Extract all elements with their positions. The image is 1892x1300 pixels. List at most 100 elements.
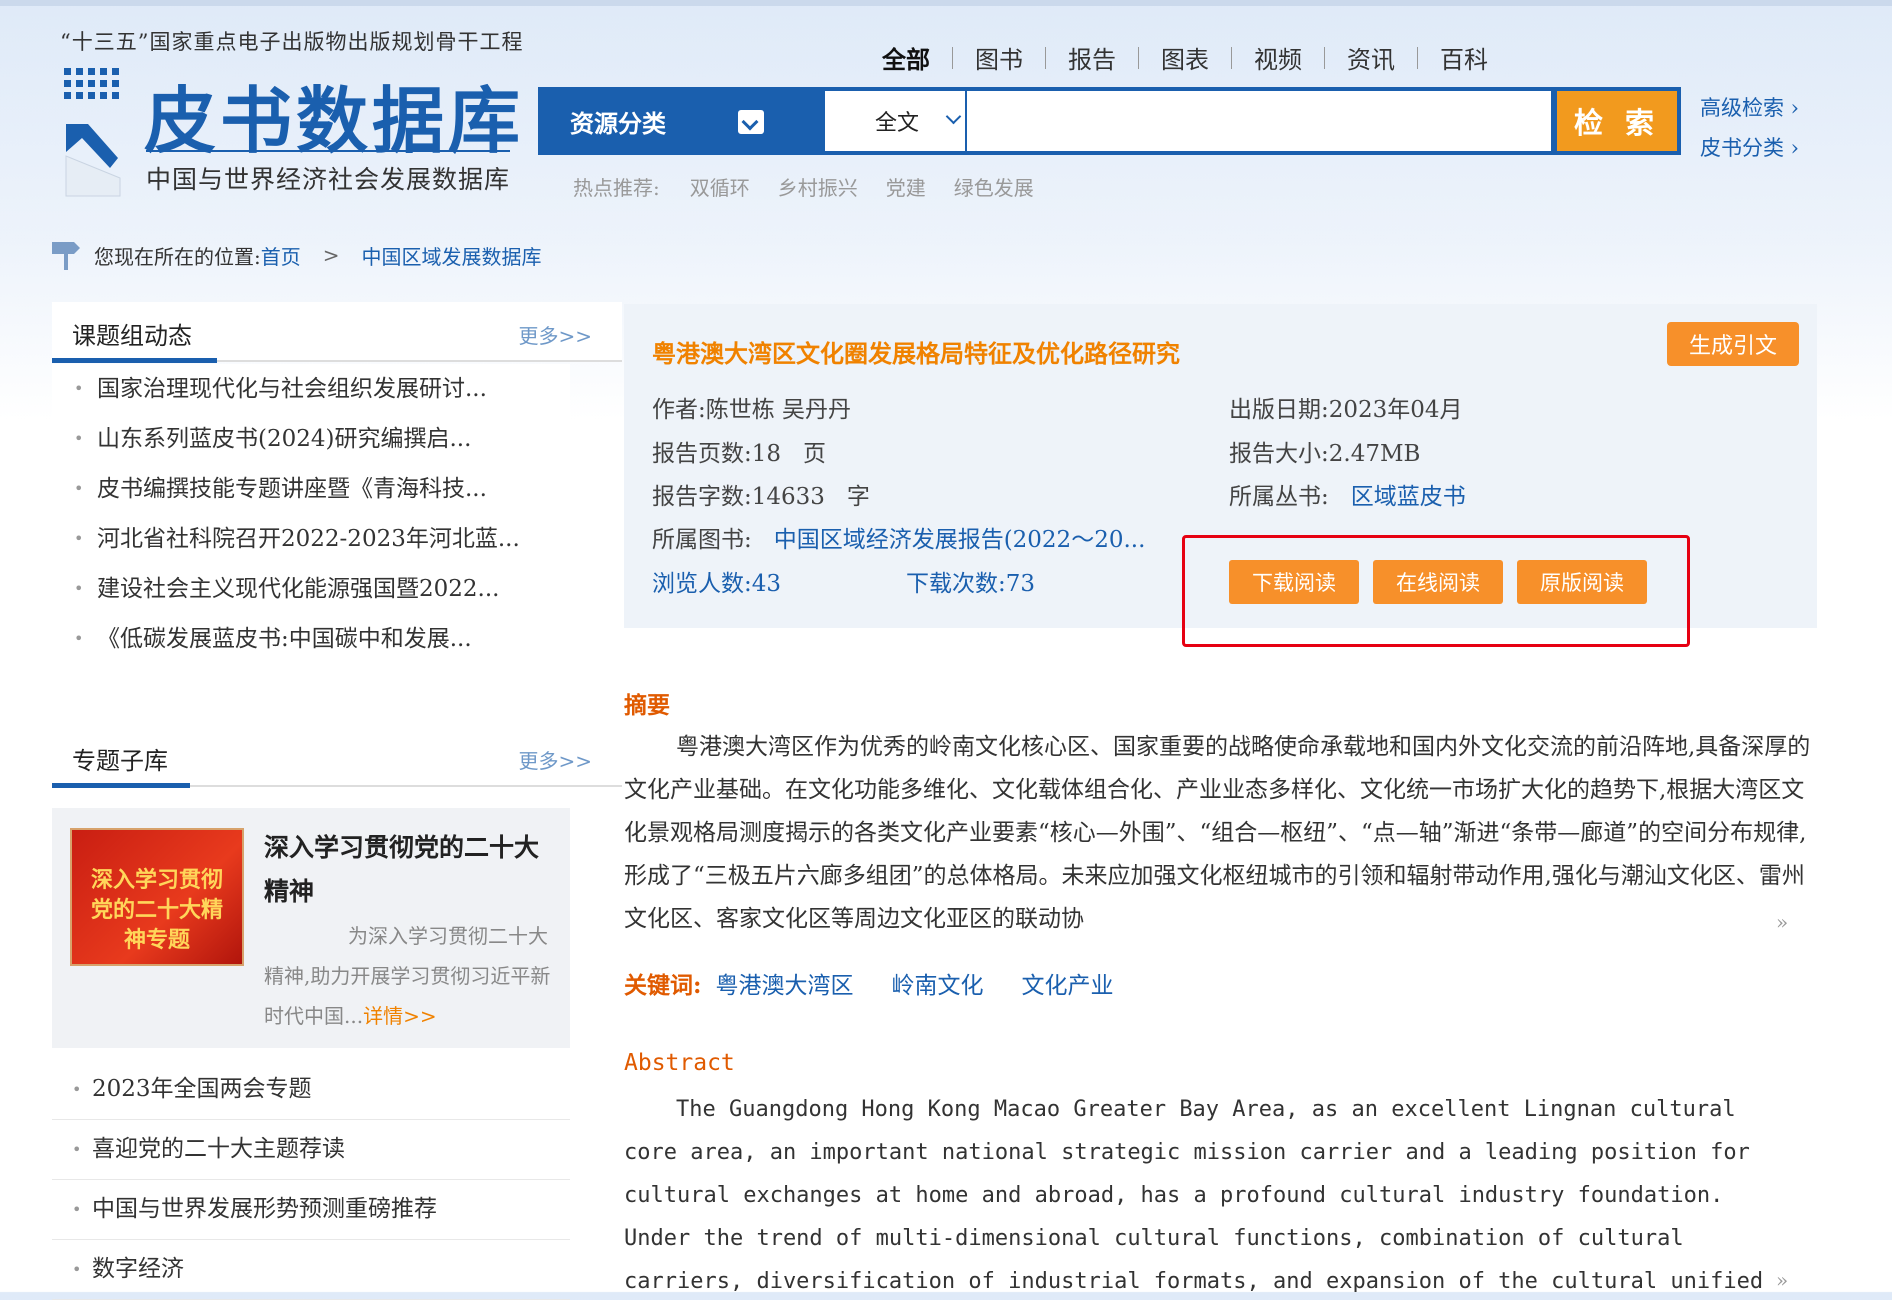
- resource-tabs: 全部 图书 报告 图表 视频 资讯 百科: [860, 40, 1510, 75]
- chevron-down-icon: [945, 108, 962, 125]
- category-browse-link[interactable]: 皮书分类 ›: [1700, 128, 1799, 168]
- list-item[interactable]: 建设社会主义现代化能源强国暨2022...: [52, 564, 570, 614]
- search-field-value: 全文: [875, 111, 920, 136]
- resource-category-label: 资源分类: [570, 108, 666, 138]
- pages-label: 报告页数:: [652, 441, 752, 467]
- words-label: 报告字数:: [652, 484, 752, 510]
- search-input[interactable]: [967, 91, 1551, 151]
- slogan: “十三五”国家重点电子出版物出版规划骨干工程: [60, 30, 524, 54]
- list-item[interactable]: 河北省社科院召开2022-2023年河北蓝...: [52, 514, 570, 564]
- keyword-link[interactable]: 岭南文化: [892, 966, 984, 1000]
- featured-topic-detail-link[interactable]: 详情>>: [363, 1004, 437, 1028]
- author-value: 陈世栋 吴丹丹: [705, 397, 852, 423]
- featured-topic-image-text: 深入学习贯彻党的二十大精神专题: [90, 868, 223, 953]
- tab-charts[interactable]: 图表: [1139, 40, 1231, 75]
- topic-db-header: 专题子库 更多>>: [52, 727, 622, 788]
- breadcrumb-separator: >: [322, 243, 340, 267]
- views-row: 浏览人数:43: [652, 564, 781, 598]
- signpost-icon: [52, 242, 80, 270]
- advanced-search-link[interactable]: 高级检索 ›: [1700, 88, 1799, 128]
- pages-unit: 页: [802, 441, 826, 467]
- series-link[interactable]: 区域蓝皮书: [1351, 484, 1466, 510]
- list-item[interactable]: 2023年全国两会专题: [52, 1060, 570, 1120]
- resource-category-dropdown[interactable]: 资源分类: [538, 87, 823, 155]
- search-bar: 资源分类 全文 检 索: [538, 87, 1681, 155]
- search-button[interactable]: 检 索: [1557, 91, 1677, 151]
- size-row: 报告大小:2.47MB: [1229, 434, 1420, 468]
- hot-label: 热点推荐:: [573, 176, 660, 200]
- list-item[interactable]: 皮书编撰技能专题讲座暨《青海科技...: [52, 464, 570, 514]
- book-row: 所属图书: 中国区域经济发展报告(2022～20...: [652, 520, 1145, 554]
- list-item[interactable]: 山东系列蓝皮书(2024)研究编撰启...: [52, 414, 570, 464]
- group-news-list: 国家治理现代化与社会组织发展研讨... 山东系列蓝皮书(2024)研究编撰启..…: [52, 364, 570, 664]
- size-label: 报告大小:: [1229, 441, 1329, 467]
- pages-row: 报告页数:18 页: [652, 434, 826, 468]
- downloads-value: 73: [1005, 571, 1036, 597]
- hot-keywords: 热点推荐: 双循环 乡村振兴 党建 绿色发展: [573, 172, 1062, 201]
- hot-keyword[interactable]: 绿色发展: [954, 172, 1034, 201]
- logo-divider: [146, 150, 510, 152]
- breadcrumb-current-link[interactable]: 中国区域发展数据库: [362, 241, 542, 270]
- topic-db-list: 2023年全国两会专题 喜迎党的二十大主题荐读 中国与世界发展形势预测重磅推荐 …: [52, 1060, 570, 1300]
- featured-topic-title[interactable]: 深入学习贯彻党的二十大精神: [264, 826, 554, 914]
- author-row: 作者:陈世栋 吴丹丹: [652, 390, 851, 424]
- list-item[interactable]: 喜迎党的二十大主题荐读: [52, 1120, 570, 1180]
- words-unit: 字: [846, 484, 870, 510]
- expand-abstract-en-button[interactable]: »: [1776, 1268, 1788, 1292]
- keywords-label: 关键词:: [624, 972, 702, 999]
- hot-keyword[interactable]: 乡村振兴: [778, 172, 858, 201]
- featured-topic-card: 深入学习贯彻党的二十大精神专题 深入学习贯彻党的二十大精神 为深入学习贯彻二十大…: [52, 808, 570, 1048]
- list-item[interactable]: 中国与世界发展形势预测重磅推荐: [52, 1180, 570, 1240]
- author-label: 作者:: [652, 397, 706, 423]
- report-title: 粤港澳大湾区文化圈发展格局特征及优化路径研究: [652, 339, 1180, 368]
- search-field-select[interactable]: 全文: [825, 91, 965, 151]
- views-value: 43: [751, 571, 782, 597]
- book-label: 所属图书:: [652, 527, 752, 553]
- abstract-text: 粤港澳大湾区作为优秀的岭南文化核心区、国家重要的战略使命承载地和国内外文化交流的…: [624, 734, 1811, 932]
- tab-books[interactable]: 图书: [953, 40, 1045, 75]
- hot-keyword[interactable]: 双循环: [690, 172, 750, 201]
- featured-topic-desc: 为深入学习贯彻二十大精神,助力开展学习贯彻习近平新时代中国...详情>>: [264, 916, 554, 1036]
- expand-abstract-button[interactable]: »: [1776, 910, 1788, 934]
- list-item[interactable]: 数字经济: [52, 1240, 570, 1300]
- abstract-en-title: Abstract: [624, 1050, 735, 1076]
- tab-videos[interactable]: 视频: [1232, 40, 1324, 75]
- abstract-title: 摘要: [624, 692, 670, 719]
- pub-date-label: 出版日期:: [1229, 397, 1329, 423]
- words-value: 14633: [751, 484, 825, 510]
- list-item[interactable]: 《低碳发展蓝皮书:中国碳中和发展...: [52, 614, 570, 664]
- generate-citation-button[interactable]: 生成引文: [1667, 322, 1799, 366]
- group-news-header: 课题组动态 更多>>: [52, 302, 622, 363]
- logo-icon[interactable]: [64, 68, 122, 198]
- breadcrumb-prefix: 您现在所在的位置:: [94, 244, 261, 269]
- chevron-down-icon[interactable]: [738, 110, 764, 134]
- top-border: [0, 0, 1892, 6]
- tab-all[interactable]: 全部: [860, 40, 952, 75]
- topic-db-more-link[interactable]: 更多>>: [518, 745, 592, 774]
- featured-topic-image[interactable]: 深入学习贯彻党的二十大精神专题: [70, 828, 244, 966]
- pub-date-row: 出版日期:2023年04月: [1229, 390, 1463, 424]
- tab-reports[interactable]: 报告: [1046, 40, 1138, 75]
- topic-db-title: 专题子库: [72, 747, 168, 775]
- downloads-label: 下载次数:: [906, 571, 1006, 597]
- keywords-row: 关键词: 粤港澳大湾区 岭南文化 文化产业: [624, 966, 1152, 1000]
- list-item[interactable]: 国家治理现代化与社会组织发展研讨...: [52, 364, 570, 414]
- abstract-en-text: The Guangdong Hong Kong Macao Greater Ba…: [624, 1097, 1764, 1292]
- panel-accent-bar: [52, 358, 217, 363]
- breadcrumb-home-link[interactable]: 首页: [261, 241, 301, 270]
- hot-keyword[interactable]: 党建: [886, 172, 926, 201]
- book-link[interactable]: 中国区域经济发展报告(2022～20...: [774, 527, 1146, 553]
- panel-accent-bar: [52, 783, 190, 788]
- breadcrumb: 您现在所在的位置: 首页 > 中国区域发展数据库: [52, 240, 542, 270]
- series-label: 所属丛书:: [1229, 484, 1329, 510]
- keyword-link[interactable]: 文化产业: [1022, 966, 1114, 1000]
- pub-date-value: 2023年04月: [1328, 397, 1463, 423]
- tab-encyclopedia[interactable]: 百科: [1418, 40, 1510, 75]
- pages-value: 18: [751, 441, 782, 467]
- group-news-title: 课题组动态: [72, 322, 192, 350]
- keyword-link[interactable]: 粤港澳大湾区: [716, 966, 854, 1000]
- tab-news[interactable]: 资讯: [1325, 40, 1417, 75]
- views-label: 浏览人数:: [652, 571, 752, 597]
- series-row: 所属丛书: 区域蓝皮书: [1229, 477, 1466, 511]
- group-news-more-link[interactable]: 更多>>: [518, 320, 592, 349]
